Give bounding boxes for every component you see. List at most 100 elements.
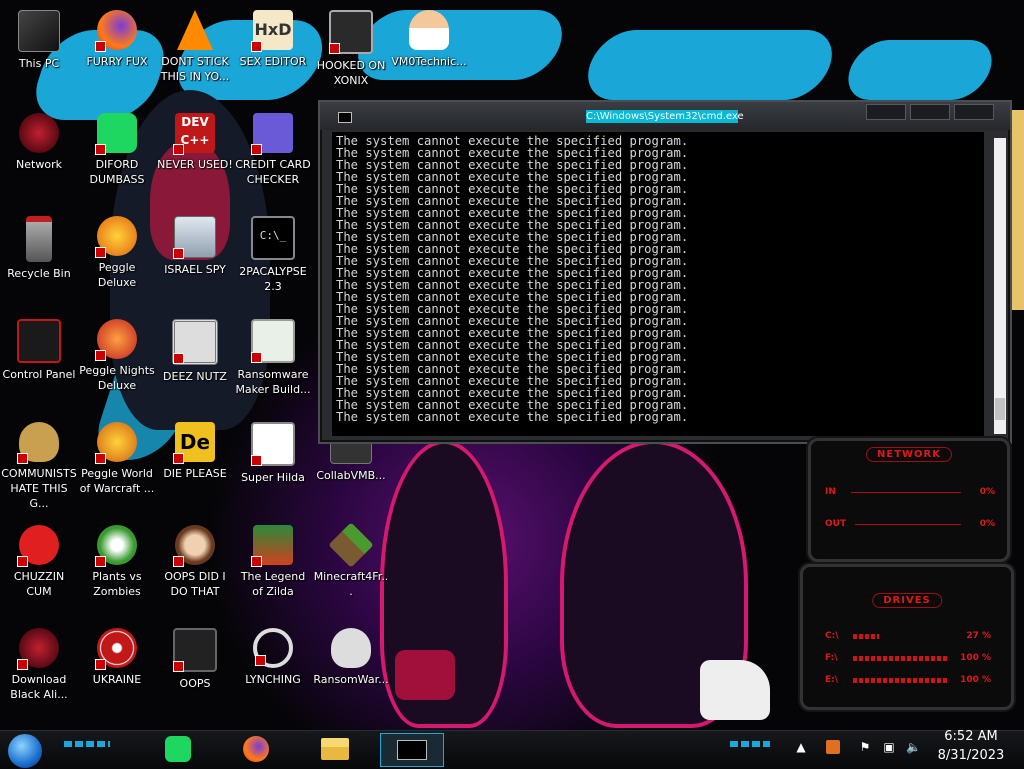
desktop-icon-legend-of-zilda[interactable]: The Legend of Zilda bbox=[234, 525, 312, 599]
desktop-icon-ransomware[interactable]: RansomWar... bbox=[312, 628, 390, 687]
network-out-value: 0% bbox=[979, 519, 995, 529]
icon-label: COMMUNISTS HATE THIS G... bbox=[1, 467, 77, 510]
peggle-icon bbox=[95, 216, 137, 258]
cmd-console-output[interactable]: The system cannot execute the specified … bbox=[332, 132, 984, 436]
terminal-icon: C:\_ bbox=[251, 216, 295, 260]
desktop-icon-die-please[interactable]: De DIE PLEASE bbox=[156, 422, 234, 481]
icon-label: 2PACALYPSE 2.3 bbox=[239, 265, 307, 293]
desktop-icon-lynching[interactable]: LYNCHING bbox=[234, 628, 312, 687]
desktop-icon-israel-spy[interactable]: ISRAEL SPY bbox=[156, 216, 234, 277]
desktop-icon-download-black[interactable]: Download Black Ali... bbox=[0, 628, 78, 702]
desktop-icon-dont-stick[interactable]: DONT STICK THIS IN YO... bbox=[156, 10, 234, 84]
desktop-icon-never-used[interactable]: DEV C++ NEVER USED! bbox=[156, 113, 234, 172]
desktop-icon-ransomware-maker[interactable]: Ransomware Maker Build... bbox=[234, 319, 312, 397]
desktop-icon-sex-editor[interactable]: HxD SEX EDITOR bbox=[234, 10, 312, 69]
control-panel-icon bbox=[17, 319, 61, 363]
icon-label: OOPS DID I DO THAT bbox=[164, 570, 226, 598]
action-center-flag-icon[interactable]: ⚑ bbox=[858, 740, 872, 754]
network-tray-icon[interactable]: ▣ bbox=[882, 740, 896, 754]
desktop-icon-peggle-nights[interactable]: Peggle Nights Deluxe bbox=[78, 319, 156, 393]
firefox-icon bbox=[243, 736, 269, 762]
cmd-scrollbar[interactable] bbox=[994, 138, 1006, 434]
start-orb-button[interactable] bbox=[8, 734, 42, 768]
icon-label: NEVER USED! bbox=[157, 158, 233, 171]
firefox-icon bbox=[95, 10, 137, 52]
taskbar-decoration bbox=[64, 741, 110, 747]
icon-label: ISRAEL SPY bbox=[164, 263, 226, 276]
windows-stack-icon bbox=[172, 319, 218, 365]
taskbar-decoration bbox=[730, 741, 770, 747]
cmd-window-title: C:\Windows\System32\cmd.exe bbox=[586, 110, 744, 123]
clock-time[interactable]: 6:52 AM bbox=[936, 729, 1006, 744]
drives-gadget[interactable]: DRIVES C:\ 27 % F:\ 100 % E:\ 100 % bbox=[800, 564, 1014, 710]
desktop-icon-plants-vs-zombies[interactable]: Plants vs Zombies bbox=[78, 525, 156, 599]
desktop-icon-peggle-wow[interactable]: Peggle World of Warcraft ... bbox=[78, 422, 156, 496]
traffic-cone-icon bbox=[177, 10, 213, 50]
window-app-icon bbox=[251, 319, 295, 363]
icon-label: The Legend of Zilda bbox=[240, 570, 306, 598]
icon-label: This PC bbox=[18, 57, 60, 70]
desktop-icon-network[interactable]: Network bbox=[0, 113, 78, 172]
red-fuzzball-icon bbox=[17, 525, 59, 567]
skull-icon bbox=[331, 628, 371, 668]
clock-date[interactable]: 8/31/2023 bbox=[936, 748, 1006, 763]
drive-value: 27 % bbox=[966, 631, 991, 641]
drive-usage-bar bbox=[853, 656, 949, 661]
recycle-bin-icon bbox=[26, 216, 52, 262]
hxd-icon: HxD bbox=[251, 10, 293, 52]
desktop-icon-super-hilda[interactable]: Super Hilda bbox=[234, 422, 312, 485]
desktop-icon-furry-fux[interactable]: FURRY FUX bbox=[78, 10, 156, 69]
close-button[interactable] bbox=[954, 104, 994, 120]
desktop-icon-oops[interactable]: OOPS bbox=[156, 628, 234, 691]
taskbar-cmd-button[interactable] bbox=[380, 733, 444, 767]
desktop-icon-chuzzin[interactable]: CHUZZIN CUM bbox=[0, 525, 78, 599]
show-hidden-icons-button[interactable]: ▲ bbox=[794, 740, 808, 754]
desktop-icon-hooked-on-xonix[interactable]: HOOKED ON XONIX bbox=[312, 10, 390, 88]
portrait-icon bbox=[173, 525, 215, 567]
network-out-graph bbox=[855, 524, 961, 525]
credit-card-icon bbox=[251, 113, 293, 155]
money-bag-icon bbox=[17, 422, 59, 464]
volume-icon[interactable]: 🔈 bbox=[906, 740, 921, 754]
xonix-icon bbox=[329, 10, 373, 54]
knot-icon bbox=[253, 628, 293, 668]
desktop-icon-2pacalypse[interactable]: C:\_ 2PACALYPSE 2.3 bbox=[234, 216, 312, 294]
icon-label: OOPS bbox=[179, 677, 211, 690]
desktop-icon-ukraine[interactable]: UKRAINE bbox=[78, 628, 156, 687]
network-gadget[interactable]: NETWORK IN 0% OUT 0% bbox=[808, 438, 1010, 562]
desktop-icon-communists[interactable]: COMMUNISTS HATE THIS G... bbox=[0, 422, 78, 511]
taskbar-spotify-button[interactable] bbox=[162, 733, 196, 765]
taskbar-file-explorer-button[interactable] bbox=[318, 733, 352, 765]
icon-label: RansomWar... bbox=[313, 673, 389, 686]
desktop-icon-peggle-deluxe[interactable]: Peggle Deluxe bbox=[78, 216, 156, 290]
desktop-icon-control-panel[interactable]: Control Panel bbox=[0, 319, 78, 382]
desktop-icon-diford[interactable]: DIFORD DUMBASS bbox=[78, 113, 156, 187]
network-in-label: IN bbox=[825, 487, 836, 497]
scrollbar-thumb[interactable] bbox=[995, 398, 1005, 420]
dev-cpp-icon: DEV C++ bbox=[173, 113, 215, 155]
icon-label: Peggle World of Warcraft ... bbox=[79, 467, 155, 495]
computer-icon bbox=[173, 216, 216, 259]
desktop-icon-this-pc[interactable]: This PC bbox=[0, 10, 78, 71]
desktop-icon-recycle-bin[interactable]: Recycle Bin bbox=[0, 216, 78, 281]
desktop-icon-credit-card[interactable]: CREDIT CARD CHECKER bbox=[234, 113, 312, 187]
desktop-icon-oops-did-i[interactable]: OOPS DID I DO THAT bbox=[156, 525, 234, 599]
icon-label: Super Hilda bbox=[241, 471, 305, 484]
pixel-dog-icon bbox=[251, 422, 295, 466]
desktop-icon-deez-nutz[interactable]: DEEZ NUTZ bbox=[156, 319, 234, 384]
desktop-icon-minecraft[interactable]: Minecraft4Fr... bbox=[312, 522, 390, 599]
maximize-button[interactable] bbox=[910, 104, 950, 120]
file-explorer-icon bbox=[321, 738, 349, 760]
icon-label: DIFORD DUMBASS bbox=[89, 158, 145, 186]
doctor-icon bbox=[409, 10, 449, 50]
app-tray-icon[interactable] bbox=[826, 740, 840, 754]
desktop-icon-vm0technic[interactable]: VM0Technic... bbox=[390, 10, 468, 69]
spotify-icon bbox=[95, 113, 137, 155]
minimize-button[interactable] bbox=[866, 104, 906, 120]
icon-label: DONT STICK THIS IN YO... bbox=[160, 55, 230, 83]
taskbar-firefox-button[interactable] bbox=[240, 733, 274, 765]
cmd-window[interactable]: C:\Windows\System32\cmd.exe The system c… bbox=[318, 100, 1012, 444]
cmd-titlebar[interactable]: C:\Windows\System32\cmd.exe bbox=[320, 102, 1010, 130]
drive-label: F:\ bbox=[825, 653, 838, 663]
icon-label: Peggle Nights Deluxe bbox=[79, 364, 155, 392]
